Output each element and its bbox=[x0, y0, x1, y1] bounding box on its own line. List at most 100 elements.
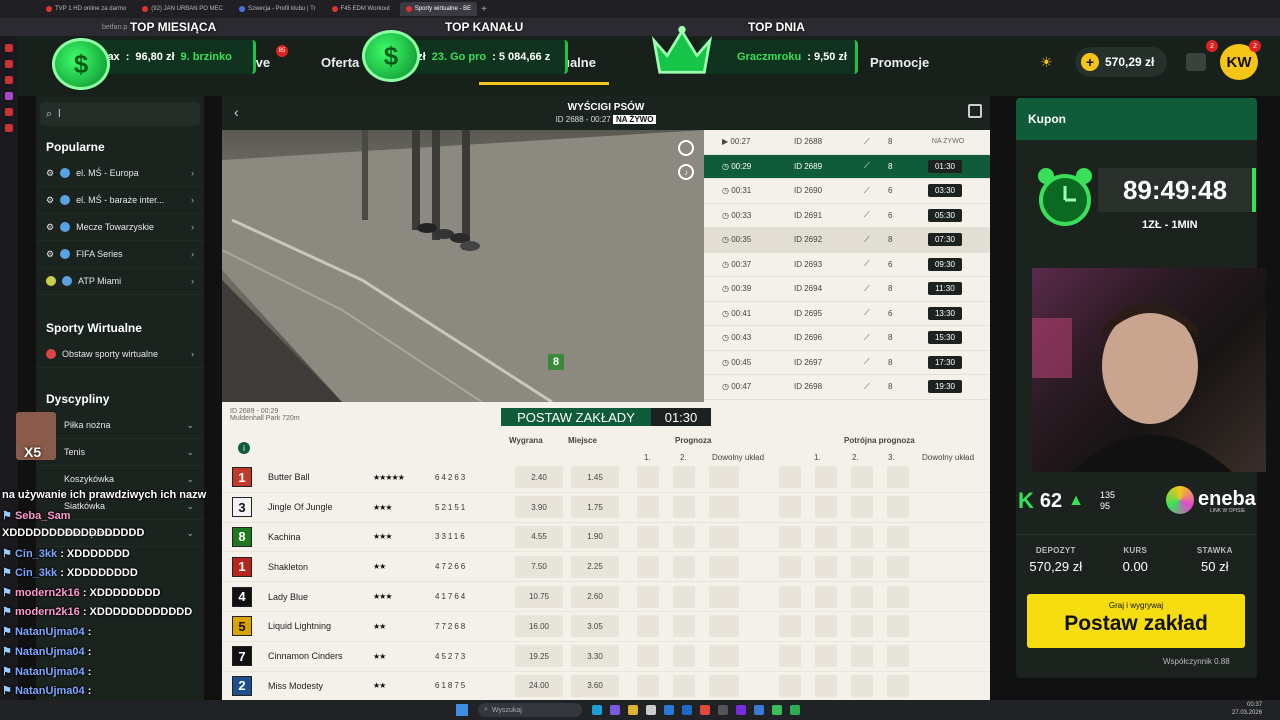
forecast-any-cell[interactable] bbox=[709, 496, 739, 519]
folder-icon[interactable] bbox=[628, 705, 638, 715]
schedule-row[interactable]: ◷ 00:37 ID 2693 ⟋ 6 09:30 bbox=[704, 253, 990, 277]
chat-username[interactable]: Seba_Sam bbox=[15, 510, 71, 522]
schedule-row[interactable]: ◷ 00:39 ID 2694 ⟋ 8 11:30 bbox=[704, 277, 990, 302]
browser-tab[interactable]: F45 EDM Workout bbox=[326, 2, 396, 16]
search-input[interactable]: ⌕ l bbox=[40, 102, 200, 126]
forecast-cell[interactable] bbox=[673, 645, 695, 668]
forecast-any-cell[interactable] bbox=[709, 525, 739, 548]
clock[interactable]: 00:37 27.03.2026 bbox=[1232, 701, 1262, 717]
app-icon[interactable] bbox=[646, 705, 656, 715]
tricast-cell[interactable] bbox=[851, 525, 873, 548]
tricast-cell[interactable] bbox=[851, 555, 873, 578]
tricast-any-cell[interactable] bbox=[887, 645, 909, 668]
forecast-cell[interactable] bbox=[673, 615, 695, 638]
tricast-cell[interactable] bbox=[815, 496, 837, 519]
forecast-cell[interactable] bbox=[637, 496, 659, 519]
tricast-cell[interactable] bbox=[851, 615, 873, 638]
tricast-any-cell[interactable] bbox=[887, 674, 909, 697]
messages-icon[interactable] bbox=[1186, 53, 1206, 71]
tricast-cell[interactable] bbox=[851, 496, 873, 519]
app-icon[interactable] bbox=[664, 705, 674, 715]
win-odds-button[interactable]: 24.00 bbox=[515, 674, 563, 697]
info-icon[interactable]: i bbox=[238, 442, 250, 454]
place-odds-button[interactable]: 3.30 bbox=[571, 645, 619, 668]
forecast-any-cell[interactable] bbox=[709, 585, 739, 608]
forecast-any-cell[interactable] bbox=[709, 615, 739, 638]
replay-icon[interactable] bbox=[678, 140, 694, 156]
place-odds-button[interactable]: 1.45 bbox=[571, 466, 619, 489]
place-odds-button[interactable]: 3.60 bbox=[571, 674, 619, 697]
forecast-any-cell[interactable] bbox=[709, 674, 739, 697]
tricast-cell[interactable] bbox=[815, 525, 837, 548]
tricast-cell[interactable] bbox=[815, 555, 837, 578]
win-odds-button[interactable]: 10.75 bbox=[515, 585, 563, 608]
start-icon[interactable] bbox=[456, 704, 468, 716]
forecast-cell[interactable] bbox=[673, 525, 695, 548]
chat-username[interactable]: modern2k16 bbox=[15, 606, 80, 618]
side-panel-icon[interactable] bbox=[5, 124, 13, 132]
tricast-any-cell[interactable] bbox=[887, 466, 909, 489]
tricast-cell[interactable] bbox=[815, 645, 837, 668]
forecast-cell[interactable] bbox=[637, 615, 659, 638]
browser-tab-active[interactable]: Sporty wirtualne - BE bbox=[399, 2, 478, 16]
place-odds-button[interactable]: 1.75 bbox=[571, 496, 619, 519]
win-odds-button[interactable]: 7.50 bbox=[515, 555, 563, 578]
chat-username[interactable]: NatanUjma04 bbox=[15, 646, 85, 658]
sidebar-item-popular[interactable]: ATP Miami › bbox=[36, 268, 204, 295]
nav-offers[interactable]: Oferta bbox=[321, 55, 359, 70]
browser-tab[interactable]: TVP 1 HD online za darmo bbox=[40, 2, 132, 16]
chat-username[interactable]: NatanUjma04 bbox=[15, 626, 85, 638]
tricast-cell[interactable] bbox=[779, 674, 801, 697]
forecast-cell[interactable] bbox=[637, 466, 659, 489]
tricast-any-cell[interactable] bbox=[887, 525, 909, 548]
new-tab-icon[interactable]: + bbox=[481, 4, 487, 15]
sidebar-item-popular[interactable]: ⚙ el. MŚ - baraże inter... › bbox=[36, 187, 204, 214]
browser-tab[interactable]: (92) JAN URBAN PO MEC bbox=[136, 2, 229, 16]
taskbar-search[interactable]: ⌕ Wyszukaj bbox=[478, 703, 582, 717]
theme-sun-icon[interactable]: ☀ bbox=[1040, 54, 1053, 71]
app-icon[interactable] bbox=[610, 705, 620, 715]
side-panel-icon[interactable] bbox=[5, 108, 13, 116]
schedule-row[interactable]: ▶ 00:27 ID 2688 ⟋ 8 NA ŻYWO bbox=[704, 130, 990, 155]
tricast-any-cell[interactable] bbox=[887, 496, 909, 519]
chat-username[interactable]: modern2k16 bbox=[15, 587, 80, 599]
tricast-cell[interactable] bbox=[815, 466, 837, 489]
chat-username[interactable]: NatanUjma04 bbox=[15, 666, 85, 678]
win-odds-button[interactable]: 3.90 bbox=[515, 496, 563, 519]
tricast-cell[interactable] bbox=[779, 496, 801, 519]
forecast-cell[interactable] bbox=[673, 555, 695, 578]
chat-username[interactable]: Cin_3kk bbox=[15, 548, 57, 560]
tricast-cell[interactable] bbox=[779, 645, 801, 668]
tricast-cell[interactable] bbox=[851, 466, 873, 489]
chat-username[interactable]: Cin_3kk bbox=[15, 567, 57, 579]
forecast-cell[interactable] bbox=[673, 496, 695, 519]
chrome-icon[interactable] bbox=[772, 705, 782, 715]
place-bets-button[interactable]: POSTAW ZAKŁADY 01:30 bbox=[501, 408, 711, 426]
edge-icon[interactable] bbox=[592, 705, 602, 715]
schedule-row[interactable]: ◷ 00:29 ID 2689 ⟋ 8 01:30 bbox=[704, 154, 990, 179]
browser-tab[interactable]: Szwecja - Profil klubu | Tr bbox=[233, 2, 322, 16]
forecast-any-cell[interactable] bbox=[709, 555, 739, 578]
tricast-cell[interactable] bbox=[815, 674, 837, 697]
back-arrow-icon[interactable]: ‹ bbox=[234, 104, 239, 120]
stake-value[interactable]: 50 zł bbox=[1175, 559, 1255, 574]
forecast-cell[interactable] bbox=[637, 555, 659, 578]
tricast-cell[interactable] bbox=[851, 585, 873, 608]
tricast-cell[interactable] bbox=[779, 585, 801, 608]
forecast-cell[interactable] bbox=[637, 674, 659, 697]
add-funds-icon[interactable]: + bbox=[1081, 53, 1099, 71]
sidebar-item-discipline[interactable]: Piłka nożna ⌄ bbox=[36, 412, 204, 439]
place-odds-button[interactable]: 3.05 bbox=[571, 615, 619, 638]
tricast-cell[interactable] bbox=[779, 525, 801, 548]
sidebar-item-discipline[interactable]: Tenis ⌄ bbox=[36, 439, 204, 466]
forecast-cell[interactable] bbox=[673, 466, 695, 489]
tricast-cell[interactable] bbox=[779, 555, 801, 578]
schedule-row[interactable]: ◷ 00:35 ID 2692 ⟋ 8 07:30 bbox=[704, 228, 990, 253]
side-panel-icon[interactable] bbox=[5, 60, 13, 68]
forecast-cell[interactable] bbox=[673, 585, 695, 608]
tricast-any-cell[interactable] bbox=[887, 555, 909, 578]
tricast-any-cell[interactable] bbox=[887, 615, 909, 638]
side-panel-icon[interactable] bbox=[5, 76, 13, 84]
vscode-icon[interactable] bbox=[682, 705, 692, 715]
opera-icon[interactable] bbox=[700, 705, 710, 715]
